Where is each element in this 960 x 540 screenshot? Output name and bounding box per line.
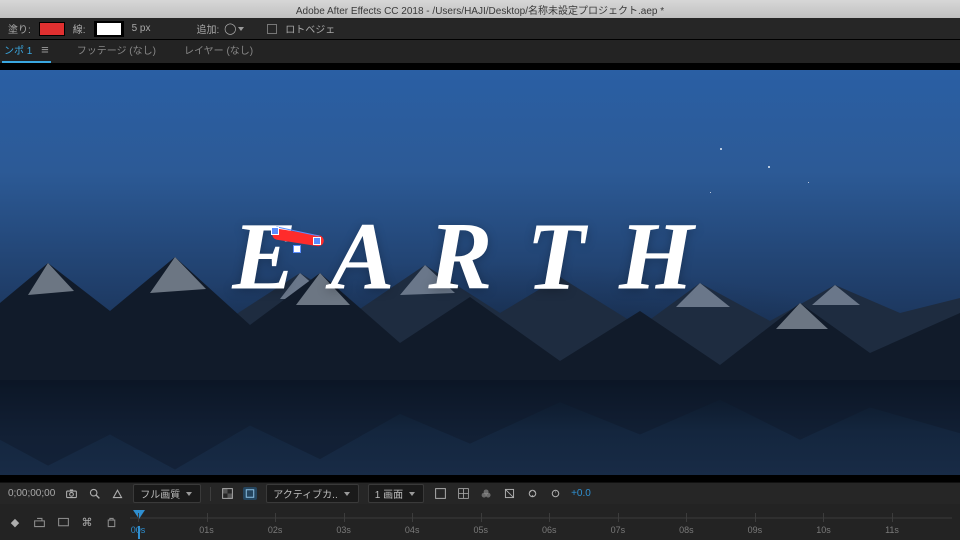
bezier-edit-overlay[interactable] [268, 222, 328, 262]
snapshot-icon[interactable] [64, 487, 78, 500]
timeline-tick-label: 05s [473, 525, 488, 535]
timeline-tick-label: 01s [199, 525, 214, 535]
exposure-icon[interactable] [548, 487, 562, 500]
composition-panel[interactable]: EARTH [0, 64, 960, 482]
timeline-ruler[interactable]: 00s 01s 02s 03s 04s 05s 06s 07s 08s 09s 10s 11s [130, 506, 952, 538]
composition-viewport[interactable]: EARTH [0, 70, 960, 475]
mask-toggle-icon[interactable] [243, 487, 257, 500]
timeline-tick-label: 07s [611, 525, 626, 535]
timeline-tick-label: 00s [131, 525, 146, 535]
playhead[interactable] [133, 510, 145, 519]
rotobezier-checkbox[interactable] [267, 24, 277, 34]
channel-icon[interactable] [479, 487, 493, 500]
timeline-tick-label: 04s [405, 525, 420, 535]
timeline-tick [207, 513, 208, 522]
color-mgmt-icon[interactable] [525, 487, 539, 500]
add-label: 追加: [196, 21, 219, 36]
fill-color-swatch[interactable] [39, 22, 65, 36]
timeline-tick [755, 513, 756, 522]
timeline-tick [275, 513, 276, 522]
stroke-label: 線: [73, 21, 86, 36]
tl-bin-icon[interactable] [32, 516, 46, 529]
tl-comp-icon[interactable] [56, 516, 70, 529]
timeline-tick [138, 513, 139, 522]
timeline-panel: ◆ ⌘ 00s 01s 02s 03s 04s 05s 06s 07s 08s 09s 10s 11s [0, 504, 960, 540]
timeline-tick [823, 513, 824, 522]
timeline-tick [412, 513, 413, 522]
timecode-display[interactable]: 0;00;00;00 [8, 488, 55, 499]
tl-marker-icon[interactable]: ◆ [8, 516, 22, 529]
tab-layer[interactable]: レイヤー (なし) [182, 38, 255, 63]
view-count-dropdown[interactable]: 1 画面 [368, 484, 424, 503]
region-icon[interactable] [110, 487, 124, 500]
stroke-color-swatch[interactable] [94, 21, 124, 37]
timeline-tick-label: 11s [885, 525, 899, 535]
reset-exposure-icon[interactable] [502, 487, 516, 500]
window-title: Adobe After Effects CC 2018 - /Users/HAJ… [296, 2, 664, 17]
lake [0, 380, 960, 475]
timeline-tick [686, 513, 687, 522]
timeline-tick [344, 513, 345, 522]
timeline-tick [892, 513, 893, 522]
fill-label: 塗り: [8, 21, 31, 36]
window-titlebar: Adobe After Effects CC 2018 - /Users/HAJ… [0, 0, 960, 18]
timeline-tick-label: 03s [336, 525, 351, 535]
timeline-tick-label: 09s [748, 525, 763, 535]
quality-dropdown[interactable]: フル画質 [133, 484, 201, 503]
timeline-tick-label: 06s [542, 525, 557, 535]
rotobezier-label: ロトベジェ [285, 21, 335, 36]
zoom-icon[interactable] [87, 487, 101, 500]
transparency-grid-icon[interactable] [220, 487, 234, 500]
tab-footage[interactable]: フッテージ (なし) [75, 38, 158, 63]
timeline-tick [618, 513, 619, 522]
timeline-tick-label: 10s [816, 525, 831, 535]
camera-dropdown[interactable]: アクティブカ.. [266, 484, 358, 503]
add-dropdown-icon[interactable]: ◯ [227, 22, 241, 35]
tl-link-icon[interactable]: ⌘ [80, 516, 94, 529]
tab-composition[interactable]: ンポ 1 ≡ [2, 38, 51, 63]
panel-tabbar: ンポ 1 ≡ フッテージ (なし) レイヤー (なし) [0, 40, 960, 64]
guides-icon[interactable] [433, 487, 447, 500]
tl-trash-icon[interactable] [104, 516, 118, 529]
grid-icon[interactable] [456, 487, 470, 500]
timeline-tick-label: 08s [679, 525, 694, 535]
exposure-value[interactable]: +0.0 [571, 488, 591, 499]
viewer-footer: 0;00;00;00 フル画質 アクティブカ.. 1 画面 +0.0 [0, 482, 960, 504]
timeline-tick [549, 513, 550, 522]
stroke-width-value[interactable]: 5 px [132, 23, 151, 34]
timeline-tick-label: 02s [268, 525, 283, 535]
shape-toolbar: 塗り: 線: 5 px 追加: ◯ ロトベジェ [0, 18, 960, 40]
timeline-tick [481, 513, 482, 522]
